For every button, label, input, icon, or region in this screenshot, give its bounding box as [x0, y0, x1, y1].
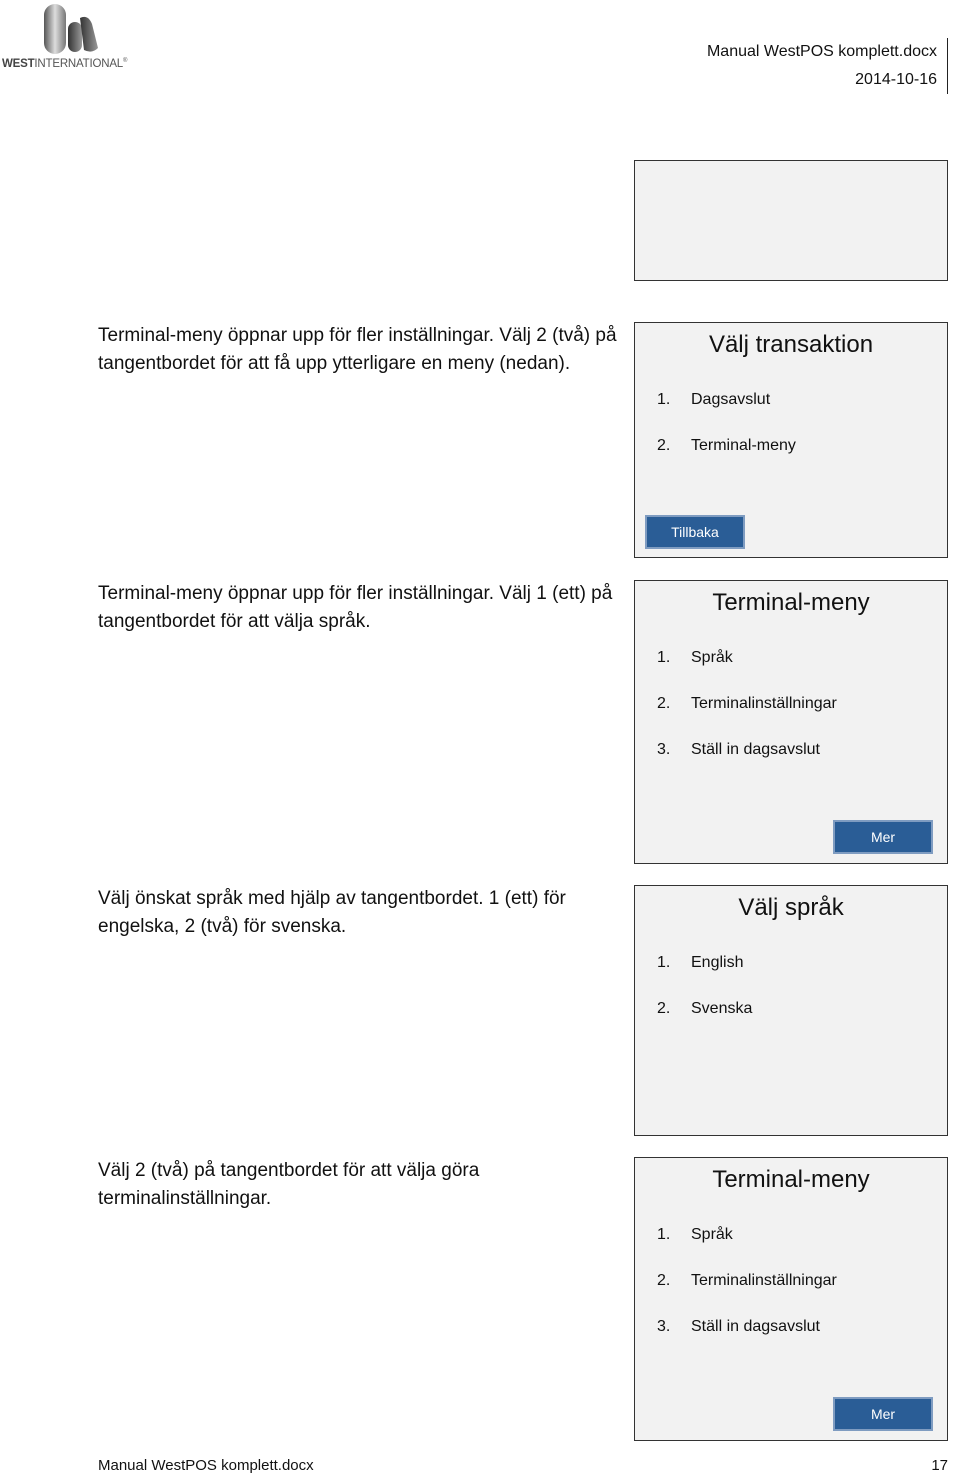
- footer-doc-name: Manual WestPOS komplett.docx: [98, 1457, 314, 1474]
- menu-item[interactable]: 1. Språk: [657, 649, 733, 667]
- terminal-screen-blank: [634, 160, 948, 281]
- step-description: Terminal-meny öppnar upp för fler instäl…: [98, 583, 613, 632]
- terminal-screen: Välj språk 1. English 2. Svenska: [634, 885, 948, 1136]
- screen-title: Terminal-meny: [712, 1166, 870, 1193]
- step-description: Välj önskat språk med hjälp av tangentbo…: [98, 888, 566, 937]
- terminal-screen: Välj transaktion 1. Dagsavslut 2. Terminal…: [634, 322, 948, 558]
- menu-item[interactable]: 2. Terminalinställningar: [657, 695, 837, 713]
- company-logo: WESTINTERNATIONAL®: [0, 0, 135, 75]
- menu-item[interactable]: 3. Ställ in dagsavslut: [657, 741, 820, 759]
- terminal-screen: Terminal-meny 1. Språk 2. Terminalinställn…: [634, 580, 948, 864]
- screen-title: Välj språk: [738, 894, 844, 921]
- screen-title: Välj transaktion: [708, 331, 874, 358]
- menu-item[interactable]: 2. Svenska: [657, 1000, 752, 1018]
- menu-item[interactable]: 1. English: [657, 954, 743, 972]
- more-button[interactable]: Mer: [833, 820, 933, 854]
- back-button[interactable]: Tillbaka: [645, 515, 745, 549]
- menu-item[interactable]: 2. Terminalinställningar: [657, 1272, 837, 1290]
- menu-item[interactable]: 1. Dagsavslut: [657, 391, 770, 409]
- logo-text: WESTINTERNATIONAL®: [2, 58, 128, 70]
- terminal-screen: Terminal-meny 1. Språk 2. Terminalinställn…: [634, 1157, 948, 1441]
- header-date: 2014-10-16: [855, 71, 937, 88]
- menu-item[interactable]: 2. Terminal-meny: [657, 437, 796, 455]
- menu-item[interactable]: 3. Ställ in dagsavslut: [657, 1318, 820, 1336]
- step-description: Terminal-meny öppnar upp för fler instäl…: [98, 325, 617, 374]
- header-doc-name: Manual WestPOS komplett.docx: [706, 43, 937, 60]
- page-number: 17: [931, 1457, 948, 1474]
- menu-item[interactable]: 1. Språk: [657, 1226, 733, 1244]
- step-description: Välj 2 (två) på tangentbordet för att vä…: [98, 1160, 480, 1209]
- logo-mark-icon: [44, 4, 98, 54]
- screen-title: Terminal-meny: [712, 589, 870, 616]
- more-button[interactable]: Mer: [833, 1397, 933, 1431]
- page-header: Manual WestPOS komplett.docx 2014-10-16: [707, 38, 948, 94]
